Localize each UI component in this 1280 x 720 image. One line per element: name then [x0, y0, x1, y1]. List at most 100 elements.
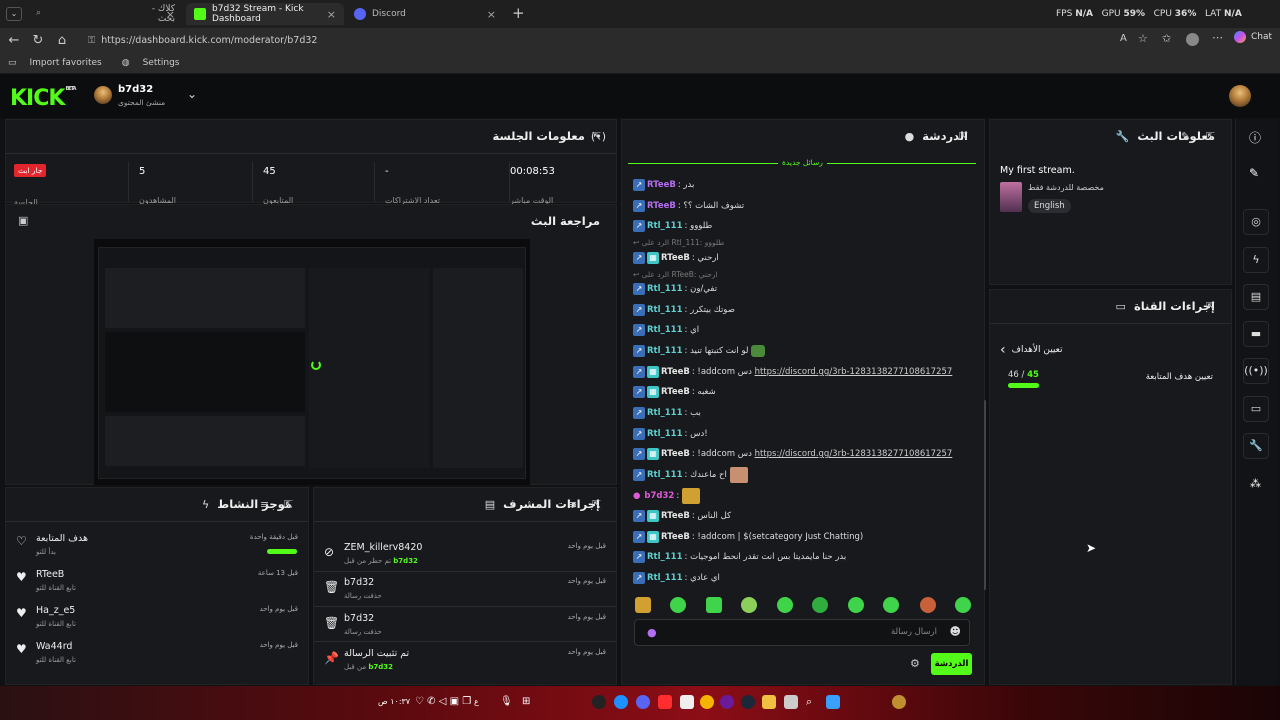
chevron-down-icon[interactable]: ⌄ — [187, 87, 197, 101]
reload-icon[interactable]: ↻ — [26, 33, 50, 48]
emote-icon[interactable] — [920, 597, 936, 613]
chat-message[interactable]: ↗ ▦ RTeeB: ارحني — [633, 250, 719, 266]
chrome-icon[interactable] — [700, 695, 714, 709]
chat-message[interactable]: ↗ Rtl_111: دس! — [633, 426, 708, 442]
back-icon[interactable]: ← — [2, 33, 26, 48]
youtube-icon[interactable] — [658, 695, 672, 709]
tab-actions-icon[interactable]: ⌄ — [6, 7, 22, 21]
edit-pencil-icon[interactable]: ✎ — [1249, 166, 1259, 180]
chat-message[interactable]: ↗ RTeeB: بدر — [633, 177, 694, 193]
home-icon[interactable]: ⌂ — [50, 33, 74, 48]
popout-icon[interactable]: ⇱ — [284, 498, 293, 511]
popout-icon[interactable]: ⇱ — [1206, 300, 1215, 313]
chat-input[interactable]: ● ارسال رسالة ☻ — [634, 619, 970, 646]
app-icon[interactable] — [720, 695, 734, 709]
filter-icon[interactable]: ≡ — [568, 498, 577, 511]
chat-message[interactable]: ↗ Rtl_111: اي — [633, 322, 699, 338]
favorite-star-icon[interactable]: ☆ — [1138, 32, 1148, 45]
mod-action-item[interactable]: ⊘ ZEM_killerv8420 تم حظر من قبل b7d32 قب… — [322, 539, 608, 573]
chat-message[interactable]: ↗ Rtl_111: اح ماعندك — [633, 467, 748, 483]
app-icon[interactable] — [784, 695, 798, 709]
activity-item[interactable]: ♥ Ha_z_e5 تابع القناة للتو قبل يوم واحد — [14, 602, 300, 636]
chat-message[interactable]: ↗ Rtl_111: لو انت كتبتها تنيد — [633, 343, 766, 359]
tray-app-icon[interactable] — [892, 695, 906, 709]
emote-icon[interactable] — [848, 597, 864, 613]
mod-action-item[interactable]: 🗑 b7d32 حذفت رسالة قبل يوم واحد — [322, 574, 608, 608]
file-explorer-icon[interactable] — [762, 695, 776, 709]
more-tools-icon[interactable]: ⁂ — [1250, 477, 1261, 490]
edge-icon[interactable] — [614, 695, 628, 709]
edit-pencil-icon[interactable]: ✎ — [1181, 130, 1190, 143]
input-language[interactable]: ع — [474, 697, 479, 706]
activity-item[interactable]: ♥ Wa44rd تابع القناة للتو قبل يوم واحد — [14, 638, 300, 672]
chat-message[interactable]: ↗ ▦ RTeeB: كل الناس — [633, 508, 731, 524]
chat-scrollbar[interactable] — [984, 400, 986, 590]
new-tab-button[interactable]: + — [512, 4, 525, 22]
mic-tray-icon[interactable]: 🎙 — [500, 696, 513, 707]
stream-video[interactable] — [94, 239, 530, 485]
rail-raid-button[interactable]: ◎ — [1243, 209, 1269, 235]
filter-icon[interactable]: ≡ — [260, 498, 269, 511]
app-icon[interactable] — [592, 695, 606, 709]
clock[interactable]: ١٠:٣٧ ص — [378, 697, 410, 706]
popout-icon[interactable]: ⇱ — [592, 130, 601, 143]
kick-logo[interactable]: KICKBETA — [10, 86, 77, 111]
rail-chat-button[interactable]: ▬ — [1243, 321, 1269, 347]
close-icon[interactable]: × — [487, 8, 496, 21]
mod-action-item[interactable]: 📌 تم تثبيت الرسالة من قبل b7d32 قبل يوم … — [322, 645, 608, 679]
chat-message[interactable]: ↗ Rtl_111: اي عادي — [633, 570, 720, 586]
settings-link[interactable]: ◍ Settings — [122, 58, 180, 68]
chat-link[interactable]: https://discord.gg/3rb-12831382771086172… — [755, 367, 953, 377]
copilot-chat-button[interactable]: Chat — [1233, 31, 1272, 43]
close-icon[interactable]: × — [166, 8, 175, 21]
rail-bolt-button[interactable]: ϟ — [1243, 247, 1269, 273]
chat-message[interactable]: ↗ ▦ RTeeB: شغبه — [633, 384, 716, 400]
more-icon[interactable]: ⋯ — [1212, 31, 1223, 44]
task-view-icon[interactable]: ⊞ — [522, 696, 530, 707]
mod-action-item[interactable]: 🗑 b7d32 حذفت رسالة قبل يوم واحد — [322, 610, 608, 644]
avatar[interactable] — [94, 86, 112, 104]
emote-icon[interactable] — [741, 597, 757, 613]
chat-message[interactable]: ↗ ▦ RTeeB: !addcom | $(setcategory Just Ch… — [633, 529, 863, 545]
emote-icon[interactable] — [635, 597, 651, 613]
activity-item[interactable]: ♥ RTeeB تابع القناة للتو قبل 13 ساعة — [14, 566, 300, 600]
import-favorites-link[interactable]: ▭ Import favorites — [8, 58, 102, 68]
popout-icon[interactable]: ⇱ — [592, 498, 601, 511]
chat-message[interactable]: ↗ ▦ RTeeB: !addcom دس https://discord.gg/3… — [633, 446, 952, 462]
rail-notes-button[interactable]: ▤ — [1243, 284, 1269, 310]
steam-icon[interactable] — [741, 695, 755, 709]
back-to-goals-button[interactable]: ‹ تعيين الأهداف — [1000, 342, 1063, 358]
emote-icon[interactable] — [777, 597, 793, 613]
emote-icon[interactable] — [670, 597, 686, 613]
chat-link[interactable]: https://discord.gg/3rb-12831382771086172… — [755, 449, 953, 459]
user-avatar[interactable] — [1229, 85, 1251, 107]
emote-icon[interactable] — [706, 597, 722, 613]
url-field[interactable]: ⚿ https://dashboard.kick.com/moderator/b… — [80, 31, 1190, 49]
favorites-icon[interactable]: ✩ — [1162, 32, 1171, 45]
tab-kick-dashboard[interactable]: b7d32 Stream - Kick Dashboard × — [186, 3, 344, 25]
popout-icon[interactable]: ⇱ — [959, 130, 968, 143]
popout-icon[interactable]: ⇱ — [1206, 130, 1215, 143]
system-tray-icons[interactable]: ♡ ✆ ◁ ▣ ❐ — [415, 696, 471, 707]
emote-icon[interactable] — [812, 597, 828, 613]
chat-message[interactable]: ↗ Rtl_111: طلووو — [633, 218, 712, 234]
read-aloud-icon[interactable]: A — [1120, 33, 1127, 44]
chat-message[interactable]: ● b7d32: — [633, 488, 700, 504]
chat-message[interactable]: ↗ Rtl_111: تفي/ون — [633, 281, 717, 297]
info-icon[interactable]: ⓘ — [1249, 129, 1261, 146]
profile-icon[interactable] — [1186, 33, 1199, 46]
rail-tools-button[interactable]: 🔧 — [1243, 433, 1269, 459]
mic-icon[interactable]: ● — [647, 626, 657, 639]
emote-icon[interactable] — [883, 597, 899, 613]
close-icon[interactable]: × — [327, 8, 336, 21]
chat-message[interactable]: ↗ ▦ RTeeB: !addcom دس https://discord.gg/3… — [633, 364, 952, 380]
windows-start-icon[interactable] — [826, 695, 840, 709]
tab-discord[interactable]: Discord × — [346, 3, 504, 25]
tab-search[interactable]: ⌕ كلاك - بحث × — [28, 3, 183, 25]
chat-message[interactable]: ↗ RTeeB: تشوف الشات ؟؟ — [633, 198, 744, 214]
discord-icon[interactable] — [636, 695, 650, 709]
send-chat-button[interactable]: الدردشة — [931, 653, 972, 675]
chat-message[interactable]: ↗ Rtl_111: بدر حنا مايمديتا بس انت تقدر ا… — [633, 549, 846, 565]
app-icon[interactable] — [680, 695, 694, 709]
chat-message[interactable]: ↗ Rtl_111: بب — [633, 405, 701, 421]
